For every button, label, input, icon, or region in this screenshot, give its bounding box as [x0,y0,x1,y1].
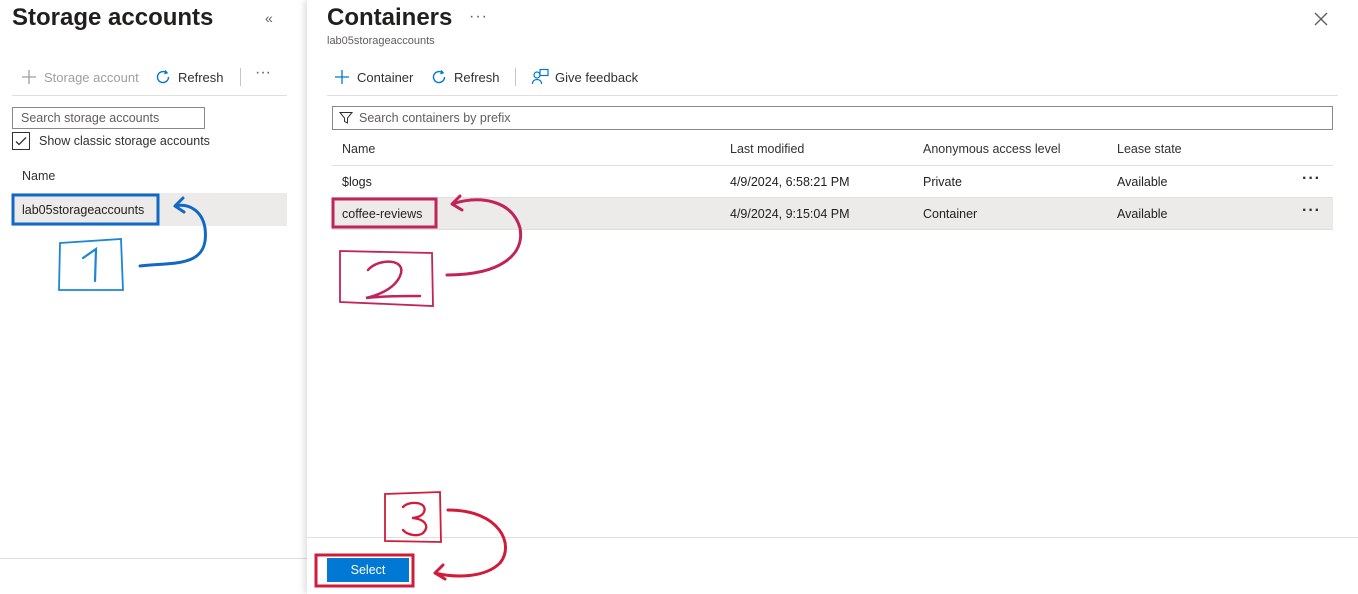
pane-subtitle: lab05storageaccounts [327,35,435,47]
column-header-last-modified[interactable]: Last modified [730,142,804,156]
pane-title: Storage accounts [12,4,214,31]
refresh-icon [432,70,446,84]
search-containers-input[interactable]: Search containers by prefix [332,106,1333,130]
add-container-button[interactable]: Container [333,68,413,86]
containers-pane: Containers ··· lab05storageaccounts Cont… [307,0,1358,594]
show-classic-checkbox[interactable] [12,132,30,150]
left-toolbar: Storage account Refresh ··· [12,64,287,96]
last-modified: 4/9/2024, 6:58:21 PM [730,175,850,189]
search-placeholder: Search containers by prefix [359,111,511,125]
column-header-name[interactable]: Name [342,142,375,156]
row-more-button[interactable]: ··· [1302,202,1321,220]
show-classic-label: Show classic storage accounts [39,134,210,148]
table-row[interactable]: $logs 4/9/2024, 6:58:21 PM Private Avail… [332,166,1333,198]
divider [0,558,307,559]
refresh-label: Refresh [454,69,500,85]
add-storage-account-label: Storage account [44,69,139,85]
access-level: Private [923,175,962,189]
feedback-icon [531,68,549,85]
footer-divider [307,537,1358,538]
lease-state: Available [1117,207,1168,221]
refresh-button[interactable]: Refresh [430,68,500,86]
access-level: Container [923,207,978,221]
table-row[interactable]: coffee-reviews 4/9/2024, 9:15:04 PM Cont… [332,198,1333,230]
name-column-header[interactable]: Name [22,169,55,183]
give-feedback-button[interactable]: Give feedback [531,68,638,86]
checkmark-icon [15,137,27,146]
give-feedback-label: Give feedback [555,69,639,85]
row-more-button[interactable]: ··· [1302,170,1321,188]
close-icon[interactable] [1312,10,1330,28]
show-classic-checkbox-row[interactable]: Show classic storage accounts [12,132,210,150]
column-header-lease-state[interactable]: Lease state [1117,142,1182,156]
container-name[interactable]: $logs [342,175,372,189]
lease-state: Available [1117,175,1168,189]
refresh-button[interactable]: Refresh [154,68,224,86]
double-chevron-left-icon[interactable]: « [265,10,273,26]
add-container-label: Container [357,69,414,85]
filter-icon [339,112,353,124]
search-storage-accounts-input[interactable]: Search storage accounts [12,107,205,129]
add-storage-account-button[interactable]: Storage account [20,68,139,86]
more-options-button[interactable]: ··· [255,64,271,82]
storage-accounts-pane: Storage accounts « Storage account Refre… [0,0,307,594]
storage-account-name[interactable]: lab05storageaccounts [22,203,144,217]
last-modified: 4/9/2024, 9:15:04 PM [730,207,850,221]
select-button[interactable]: Select [327,558,409,582]
refresh-icon [156,70,170,84]
column-header-access-level[interactable]: Anonymous access level [923,142,1061,156]
refresh-label: Refresh [178,69,224,85]
toolbar-divider [515,68,516,86]
title-more-button[interactable]: ··· [469,8,488,26]
plus-icon [335,70,349,84]
plus-icon [22,70,36,84]
container-name[interactable]: coffee-reviews [342,207,422,221]
toolbar-divider [240,68,241,86]
table-header: Name Last modified Anonymous access leve… [332,134,1333,166]
storage-account-row[interactable]: lab05storageaccounts [12,193,287,226]
containers-toolbar: Container Refresh Give feedback [327,64,1338,96]
pane-title: Containers [327,4,453,31]
